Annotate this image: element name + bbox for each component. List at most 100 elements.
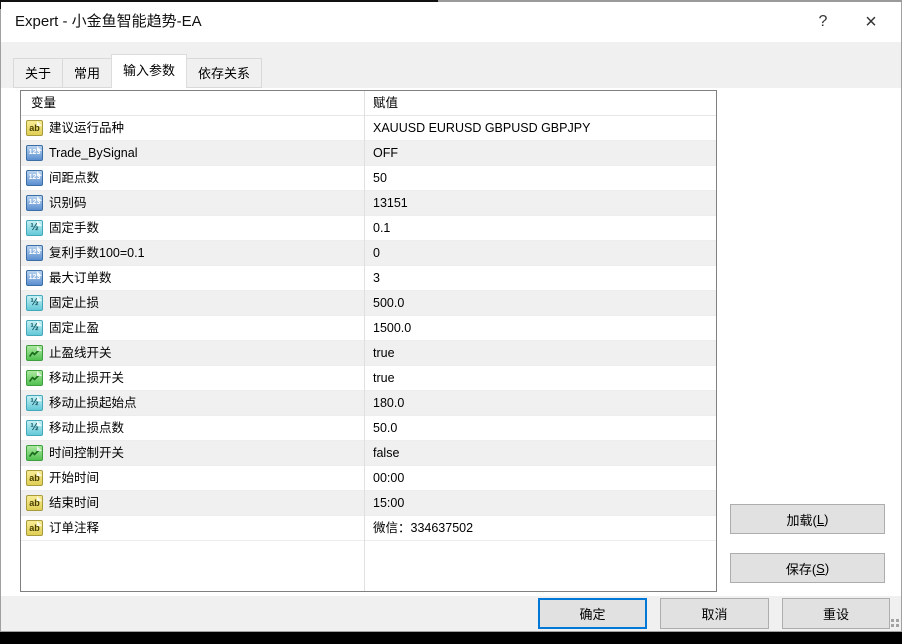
save-button[interactable]: 保存(S): [730, 553, 885, 583]
param-name-cell: 移动止损开关: [21, 366, 365, 390]
icon-glyph: 123: [29, 141, 41, 165]
tab-input-parameters[interactable]: 输入参数: [111, 54, 187, 88]
column-header-value: 赋值: [365, 91, 716, 115]
table-row[interactable]: ab 订单注释 微信：334637502: [21, 516, 716, 541]
param-name: 时间控制开关: [49, 441, 124, 465]
param-name: 固定止损: [49, 291, 99, 315]
help-icon[interactable]: ?: [807, 7, 839, 37]
icon-glyph: 123: [29, 266, 41, 290]
table-row[interactable]: 123 最大订单数 3: [21, 266, 716, 291]
table-row[interactable]: 123 间距点数 50: [21, 166, 716, 191]
param-name-cell: 123 最大订单数: [21, 266, 365, 290]
ok-button[interactable]: 确定: [538, 598, 647, 629]
string-type-icon: ab: [26, 520, 43, 536]
param-value[interactable]: 00:00: [365, 466, 716, 490]
reset-button[interactable]: 重设: [782, 598, 890, 629]
table-row[interactable]: ab 建议运行品种 XAUUSD EURUSD GBPUSD GBPJPY: [21, 116, 716, 141]
title-bar[interactable]: Expert - 小金鱼智能趋势-EA ? ×: [1, 2, 901, 42]
integer-type-icon: 123: [26, 245, 43, 261]
double-type-icon: ½: [26, 220, 43, 236]
param-value[interactable]: XAUUSD EURUSD GBPUSD GBPJPY: [365, 116, 716, 140]
icon-glyph: ½: [30, 316, 38, 340]
param-name: 固定止盈: [49, 316, 99, 340]
tab-dependencies[interactable]: 依存关系: [186, 58, 262, 88]
param-name-cell: ½ 固定手数: [21, 216, 365, 240]
param-name-cell: 止盈线开关: [21, 341, 365, 365]
param-value[interactable]: 50.0: [365, 416, 716, 440]
parameters-table[interactable]: 变量 赋值 ab 建议运行品种 XAUUSD EURUSD GBPUSD GBPJP…: [20, 90, 717, 592]
param-name-cell: ab 建议运行品种: [21, 116, 365, 140]
double-type-icon: ½: [26, 295, 43, 311]
table-row[interactable]: ½ 移动止损起始点 180.0: [21, 391, 716, 416]
param-value[interactable]: 15:00: [365, 491, 716, 515]
table-row[interactable]: ½ 固定手数 0.1: [21, 216, 716, 241]
param-value[interactable]: 3: [365, 266, 716, 290]
param-value[interactable]: true: [365, 366, 716, 390]
table-row[interactable]: ½ 固定止盈 1500.0: [21, 316, 716, 341]
icon-glyph: ab: [29, 516, 40, 540]
param-name: 最大订单数: [49, 266, 112, 290]
param-name: 移动止损开关: [49, 366, 124, 390]
table-row[interactable]: 止盈线开关 true: [21, 341, 716, 366]
param-name: 间距点数: [49, 166, 99, 190]
column-header-variable: 变量: [21, 91, 365, 115]
icon-glyph: 123: [29, 166, 41, 190]
table-row[interactable]: ½移动止损点数50.0: [21, 416, 716, 441]
param-name-cell: ab结束时间: [21, 491, 365, 515]
cancel-button[interactable]: 取消: [660, 598, 769, 629]
param-name: 开始时间: [49, 466, 99, 490]
param-name: 固定手数: [49, 216, 99, 240]
param-value[interactable]: OFF: [365, 141, 716, 165]
bool-type-icon: [26, 370, 43, 386]
load-button[interactable]: 加载(L): [730, 504, 885, 534]
param-value[interactable]: 1500.0: [365, 316, 716, 340]
icon-glyph: ab: [29, 491, 40, 515]
integer-type-icon: 123: [26, 145, 43, 161]
column-divider[interactable]: [364, 91, 365, 591]
tab-common[interactable]: 常用: [62, 58, 112, 88]
table-row[interactable]: 123识别码13151: [21, 191, 716, 216]
param-name: 订单注释: [49, 516, 99, 540]
table-row[interactable]: 123复利手数100=0.10: [21, 241, 716, 266]
param-name-cell: 123 Trade_BySignal: [21, 141, 365, 165]
param-value[interactable]: 50: [365, 166, 716, 190]
param-value[interactable]: 13151: [365, 191, 716, 215]
resize-grip[interactable]: [891, 616, 901, 629]
icon-glyph: ½: [30, 416, 38, 440]
param-value[interactable]: 0: [365, 241, 716, 265]
table-row[interactable]: ab开始时间00:00: [21, 466, 716, 491]
param-value[interactable]: 0.1: [365, 216, 716, 240]
param-name: 建议运行品种: [49, 116, 124, 140]
background-window-strip: [0, 632, 902, 644]
param-value[interactable]: false: [365, 441, 716, 465]
icon-glyph: ½: [30, 291, 38, 315]
tab-about[interactable]: 关于: [13, 58, 63, 88]
close-icon[interactable]: ×: [855, 7, 887, 37]
bool-type-icon: [26, 445, 43, 461]
icon-glyph: ab: [29, 116, 40, 140]
table-row[interactable]: ab结束时间15:00: [21, 491, 716, 516]
param-name-cell: ½ 固定止盈: [21, 316, 365, 340]
param-name: 移动止损起始点: [49, 391, 137, 415]
param-value[interactable]: 180.0: [365, 391, 716, 415]
string-type-icon: ab: [26, 120, 43, 136]
table-header-row: 变量 赋值: [21, 91, 716, 116]
param-value[interactable]: 微信：334637502: [365, 516, 716, 540]
table-row[interactable]: ½ 固定止损 500.0: [21, 291, 716, 316]
table-row[interactable]: 移动止损开关 true: [21, 366, 716, 391]
double-type-icon: ½: [26, 420, 43, 436]
table-row[interactable]: 时间控制开关 false: [21, 441, 716, 466]
param-name-cell: ½移动止损点数: [21, 416, 365, 440]
param-value[interactable]: true: [365, 341, 716, 365]
table-row[interactable]: 123 Trade_BySignal OFF: [21, 141, 716, 166]
string-type-icon: ab: [26, 495, 43, 511]
param-name: Trade_BySignal: [49, 141, 137, 165]
param-name-cell: ½ 移动止损起始点: [21, 391, 365, 415]
param-name: 止盈线开关: [49, 341, 112, 365]
param-value[interactable]: 500.0: [365, 291, 716, 315]
double-type-icon: ½: [26, 395, 43, 411]
bool-type-icon: [26, 345, 43, 361]
double-type-icon: ½: [26, 320, 43, 336]
integer-type-icon: 123: [26, 170, 43, 186]
param-name-cell: ½ 固定止损: [21, 291, 365, 315]
